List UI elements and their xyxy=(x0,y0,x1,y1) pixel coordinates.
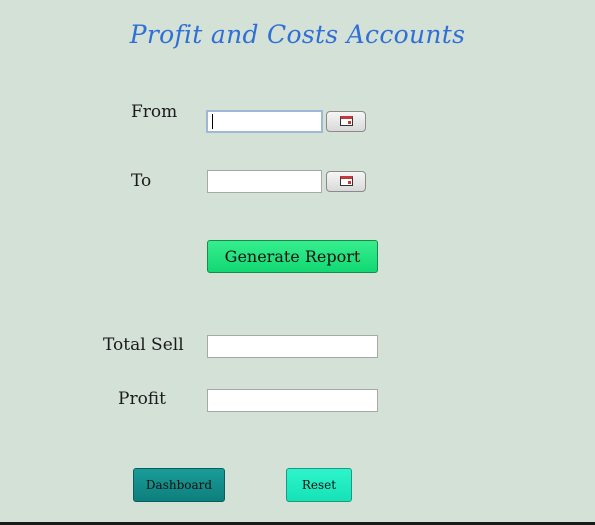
page-title: Profit and Costs Accounts xyxy=(129,20,466,49)
to-label: To xyxy=(131,171,152,191)
dashboard-button[interactable]: Dashboard xyxy=(133,468,225,502)
generate-report-button[interactable]: Generate Report xyxy=(207,240,378,273)
from-label: From xyxy=(131,102,178,122)
from-date-input[interactable] xyxy=(206,110,323,133)
text-caret xyxy=(212,114,213,129)
total-sell-field[interactable] xyxy=(207,335,378,358)
calendar-icon xyxy=(340,116,353,126)
total-sell-label: Total Sell xyxy=(103,335,184,355)
from-date-picker-button[interactable] xyxy=(326,111,366,132)
profit-field[interactable] xyxy=(207,389,378,412)
reset-button[interactable]: Reset xyxy=(286,468,352,502)
to-date-input[interactable] xyxy=(207,170,322,193)
profit-label: Profit xyxy=(118,389,166,409)
to-date-picker-button[interactable] xyxy=(326,171,366,192)
calendar-icon xyxy=(340,176,353,186)
